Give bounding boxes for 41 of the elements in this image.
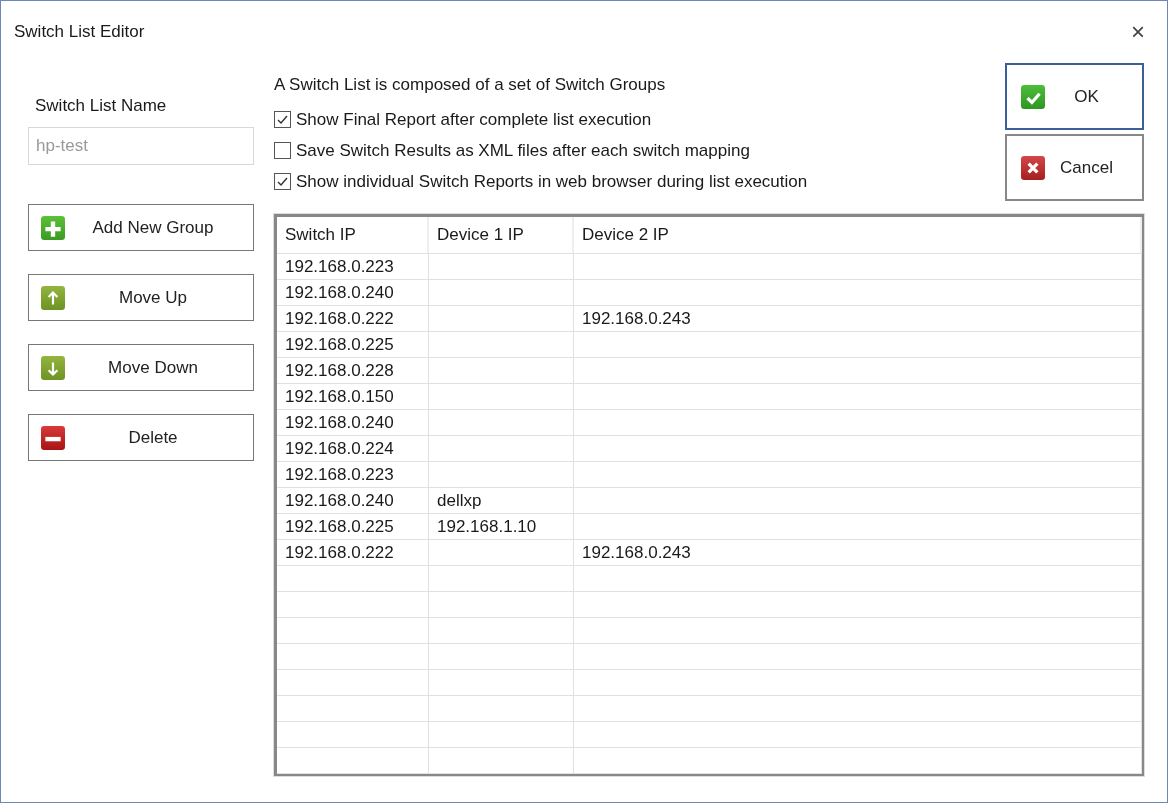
add-group-button[interactable]: Add New Group bbox=[28, 204, 254, 251]
table-cell: 192.168.0.243 bbox=[574, 306, 1142, 331]
table-cell: 192.168.0.222 bbox=[277, 306, 429, 331]
checkmark-icon bbox=[276, 113, 289, 126]
plus-icon bbox=[41, 215, 65, 240]
checkmark-icon bbox=[276, 175, 289, 188]
table-cell: 192.168.0.224 bbox=[277, 436, 429, 461]
table-cell: 192.168.0.228 bbox=[277, 358, 429, 383]
delete-button[interactable]: Delete bbox=[28, 414, 254, 461]
checkbox-label: Save Switch Results as XML files after each switch mapping bbox=[296, 140, 750, 161]
ok-button[interactable]: OK bbox=[1005, 63, 1144, 130]
window-title: Switch List Editor bbox=[14, 22, 145, 42]
cancel-button[interactable]: Cancel bbox=[1005, 134, 1144, 201]
table-cell: dellxp bbox=[429, 488, 574, 513]
table-cell: 192.168.0.240 bbox=[277, 280, 429, 305]
table-cell: 192.168.0.240 bbox=[277, 488, 429, 513]
table-cell: 192.168.0.223 bbox=[277, 462, 429, 487]
table-cell: 192.168.0.243 bbox=[574, 540, 1142, 565]
checkbox-label: Show individual Switch Reports in web browser during list execution bbox=[296, 171, 808, 192]
checkbox[interactable] bbox=[274, 111, 291, 128]
checkmark-icon bbox=[1021, 84, 1045, 109]
checkbox-label: Show Final Report after complete list execution bbox=[296, 109, 652, 130]
column-header[interactable]: Device 2 IP bbox=[574, 217, 1142, 253]
column-header[interactable]: Device 1 IP bbox=[429, 217, 574, 253]
table-cell: 192.168.0.225 bbox=[277, 514, 429, 539]
minus-icon bbox=[41, 425, 65, 450]
table-cell: 192.168.0.150 bbox=[277, 384, 429, 409]
description-text: A Switch List is composed of a set of Switch Groups bbox=[274, 75, 667, 95]
checkbox[interactable] bbox=[274, 173, 291, 190]
table-cell: 192.168.0.225 bbox=[277, 332, 429, 357]
close-button[interactable]: × bbox=[1131, 18, 1145, 46]
table-cell: 192.168.0.222 bbox=[277, 540, 429, 565]
field-label: Switch List Name bbox=[35, 96, 168, 116]
checkbox[interactable] bbox=[274, 142, 291, 159]
move-up-button[interactable]: Move Up bbox=[28, 274, 254, 321]
cross-icon bbox=[1021, 155, 1045, 180]
move-down-button[interactable]: Move Down bbox=[28, 344, 254, 391]
table-cell: 192.168.0.240 bbox=[277, 410, 429, 435]
column-header[interactable]: Switch IP bbox=[277, 217, 429, 253]
table-cell: 192.168.1.10 bbox=[429, 514, 574, 539]
table-cell: 192.168.0.223 bbox=[277, 254, 429, 279]
